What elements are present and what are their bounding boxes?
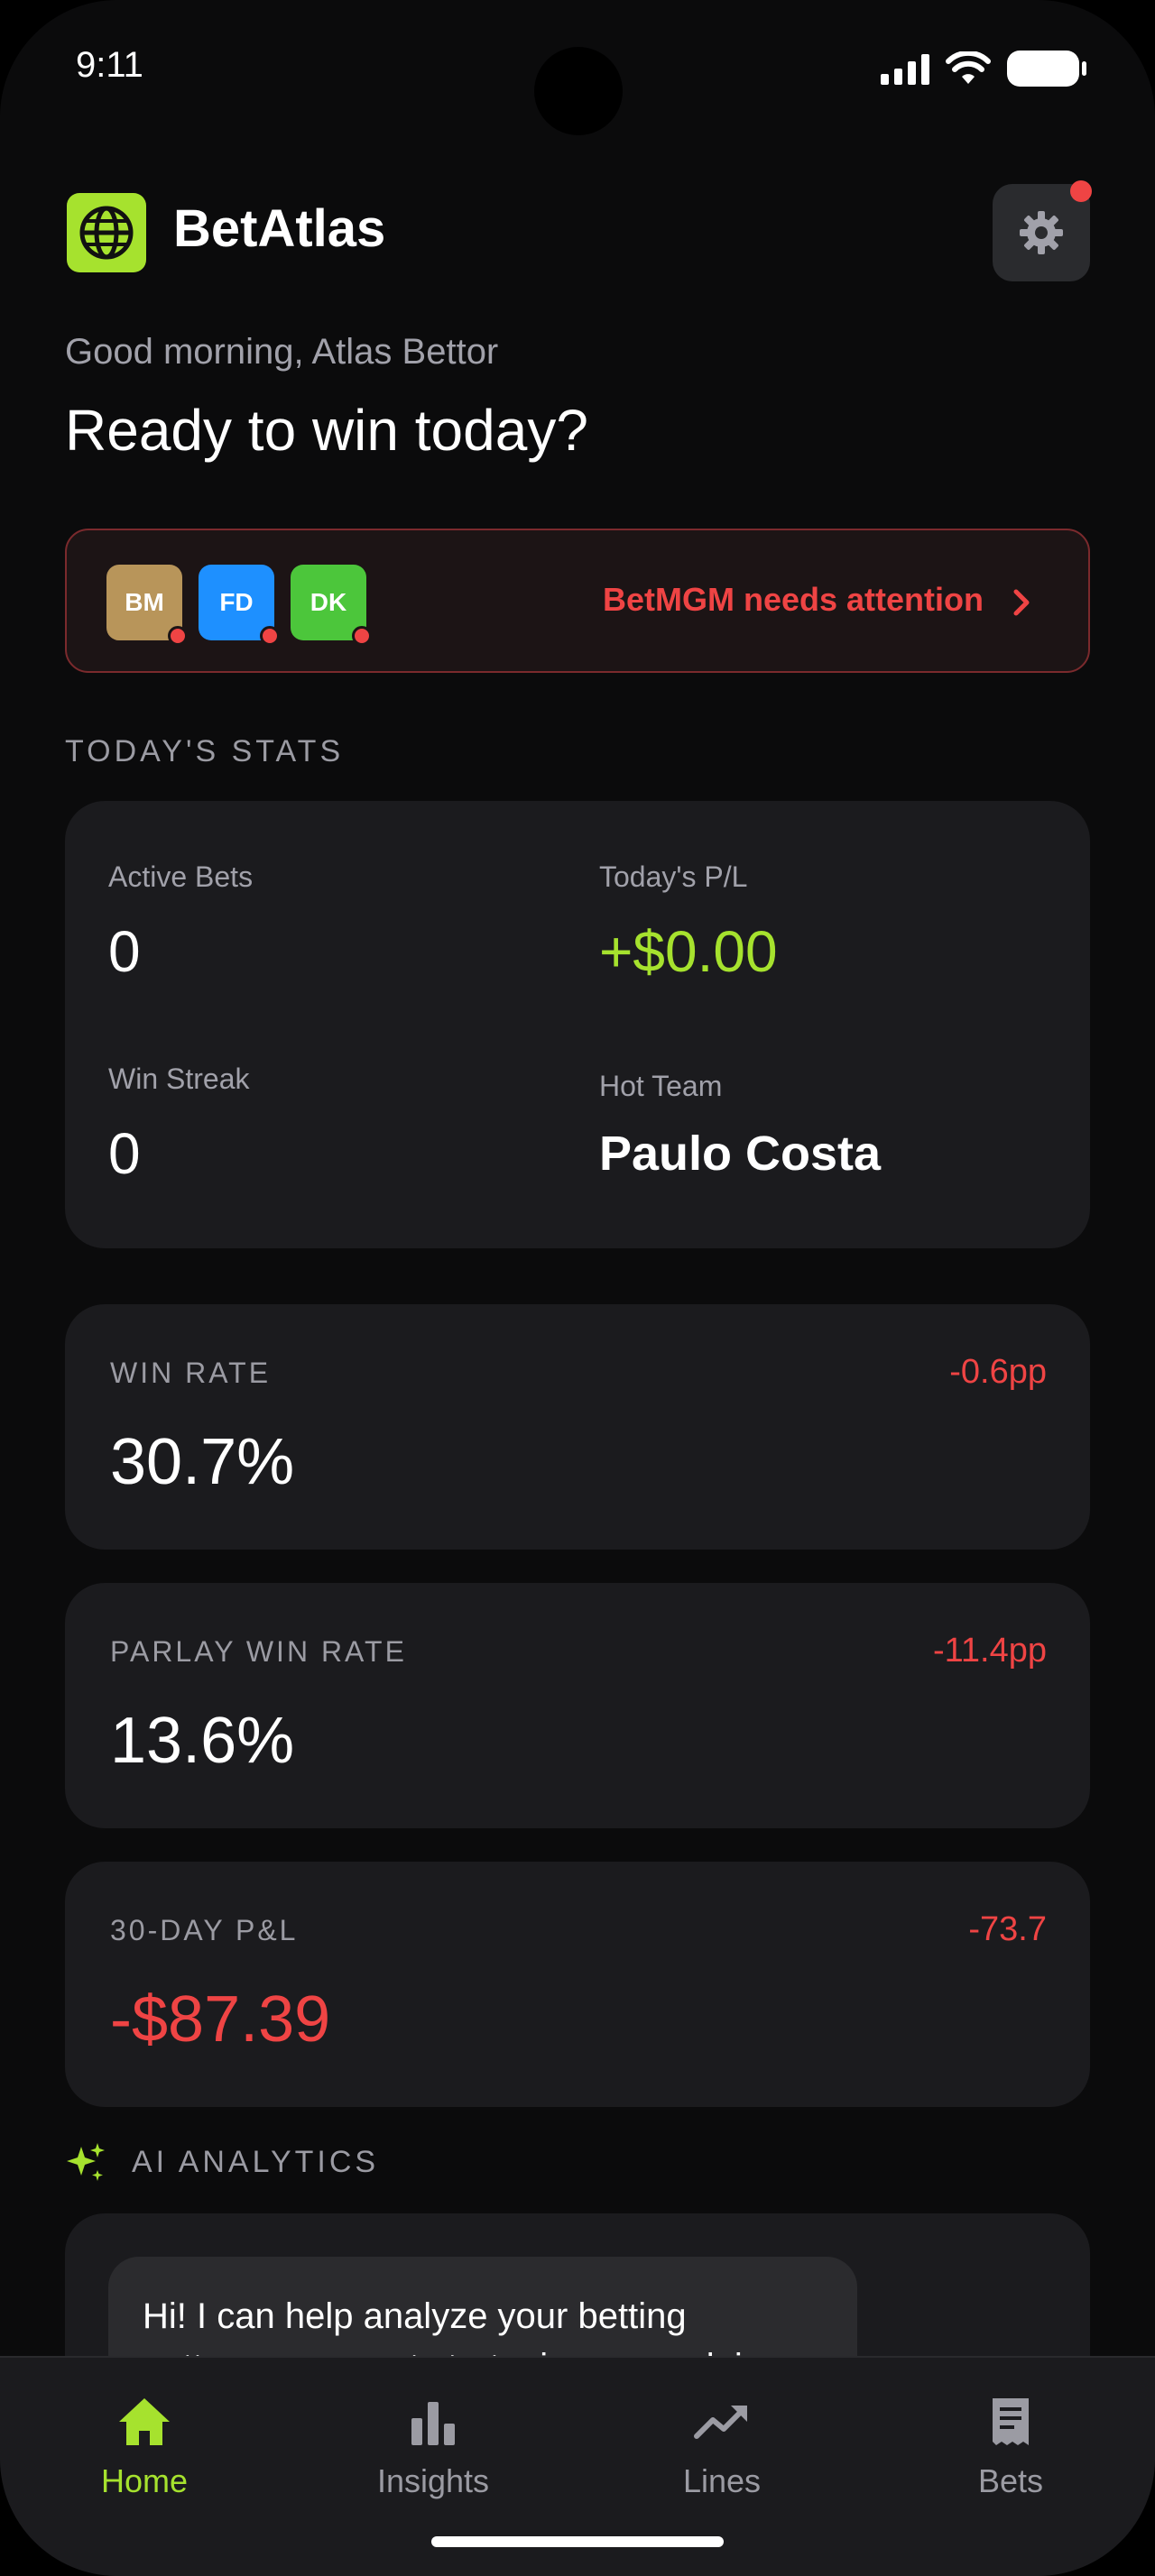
nav-home[interactable]: Home	[54, 2390, 235, 2500]
chevron-right-icon	[1013, 589, 1030, 616]
alert-dot	[352, 626, 372, 646]
sportsbook-abbr: DK	[310, 588, 347, 616]
nav-label: Home	[100, 2462, 189, 2499]
metric-value: 13.6%	[110, 1705, 295, 1777]
cellular-signal-icon	[881, 52, 929, 85]
status-icons	[881, 51, 1086, 87]
receipt-icon	[993, 2398, 1029, 2445]
metric-delta: -0.6pp	[949, 1353, 1047, 1391]
home-indicator[interactable]	[431, 2536, 724, 2547]
active-bets-value: 0	[108, 919, 141, 984]
todays-pl-value: +$0.00	[599, 919, 778, 984]
nav-lines[interactable]: Lines	[632, 2390, 812, 2500]
win-streak-value: 0	[108, 1121, 141, 1186]
notification-dot	[1070, 180, 1092, 202]
ai-analytics-heading: AI ANALYTICS	[132, 2145, 380, 2179]
nav-label: Bets	[977, 2462, 1044, 2499]
sparkles-icon	[67, 2143, 105, 2181]
metric-delta: -73.7	[968, 1910, 1047, 1948]
win-streak-label: Win Streak	[108, 1063, 250, 1095]
sportsbook-attention-banner[interactable]: BM FD DK BetMGM needs attention	[65, 529, 1090, 673]
hot-team-label: Hot Team	[599, 1070, 723, 1102]
app-logo-globe-icon	[67, 193, 146, 272]
metric-value: -$87.39	[110, 1983, 331, 2056]
phone-screen: 9:11 BetAtlas Good morning, Atlas Bettor…	[0, 0, 1155, 2576]
nav-insights[interactable]: Insights	[343, 2390, 523, 2500]
todays-stats-heading: TODAY'S STATS	[65, 734, 345, 768]
sportsbook-badge-betmgm: BM	[106, 565, 188, 646]
headline: Ready to win today?	[65, 398, 588, 463]
thirty-day-pl-card[interactable]: 30-DAY P&L -$87.39 -73.7	[65, 1862, 1090, 2107]
metric-value: 30.7%	[110, 1426, 295, 1498]
nav-label: Insights	[376, 2462, 490, 2499]
parlay-win-rate-card[interactable]: PARLAY WIN RATE 13.6% -11.4pp	[65, 1583, 1090, 1828]
battery-icon	[1007, 51, 1086, 87]
sportsbook-badge-draftkings: DK	[291, 565, 372, 646]
status-time: 9:11	[76, 45, 143, 85]
metric-label: PARLAY WIN RATE	[110, 1635, 407, 1668]
bar-chart-icon	[411, 2402, 455, 2445]
greeting-text: Good morning, Atlas Bettor	[65, 332, 499, 372]
attention-message: BetMGM needs attention	[602, 581, 984, 618]
wifi-icon	[946, 51, 991, 84]
active-bets-label: Active Bets	[108, 860, 254, 893]
app-title: BetAtlas	[173, 199, 386, 258]
sportsbook-abbr: FD	[219, 588, 254, 616]
home-icon	[119, 2398, 170, 2445]
metric-label: 30-DAY P&L	[110, 1914, 299, 1946]
gear-icon	[1020, 211, 1063, 254]
alert-dot	[168, 626, 188, 646]
metric-label: WIN RATE	[110, 1357, 272, 1389]
nav-bets[interactable]: Bets	[920, 2390, 1101, 2500]
trending-up-icon	[694, 2406, 747, 2439]
front-camera	[534, 47, 623, 135]
todays-pl-label: Today's P/L	[599, 860, 748, 893]
nav-label: Lines	[682, 2462, 762, 2499]
hot-team-value: Paulo Costa	[599, 1127, 882, 1181]
todays-stats-card: Active Bets 0 Today's P/L +$0.00 Win Str…	[65, 801, 1090, 1248]
win-rate-card[interactable]: WIN RATE 30.7% -0.6pp	[65, 1304, 1090, 1550]
alert-dot	[260, 626, 280, 646]
sportsbook-abbr: BM	[125, 588, 164, 616]
metric-delta: -11.4pp	[932, 1632, 1047, 1670]
sportsbook-badge-fanduel: FD	[199, 565, 280, 646]
